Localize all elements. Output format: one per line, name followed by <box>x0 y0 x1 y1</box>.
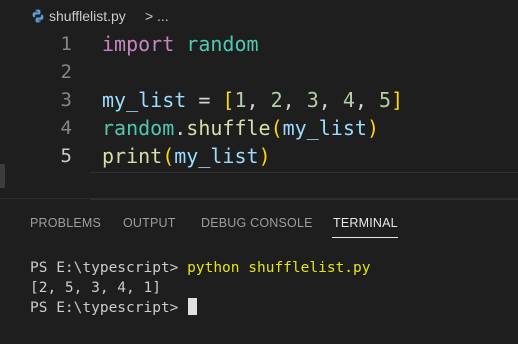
code-token: . <box>174 116 187 140</box>
code-token: random <box>186 32 259 56</box>
terminal-command: python shufflelist.py <box>187 260 371 276</box>
code-token: , <box>354 88 380 112</box>
code-token: ] <box>391 88 404 112</box>
python-file-icon <box>32 9 44 23</box>
terminal-cursor <box>188 298 198 315</box>
code-token: 2 <box>270 88 283 112</box>
code-token: 4 <box>342 88 355 112</box>
code-line[interactable]: 3 my_list = [1, 2, 3, 4, 5] <box>0 86 518 114</box>
code-token: my_list <box>102 88 187 112</box>
code-editor[interactable]: 1 import random 2 3 my_list = [1, 2, 3, 4, 5… <box>0 28 518 200</box>
code-token: = <box>186 88 223 112</box>
code-token: , <box>282 88 307 112</box>
code-token: ( <box>270 116 283 140</box>
code-token: , <box>318 88 343 112</box>
code-token: ) <box>366 116 379 140</box>
tab-terminal[interactable]: TERMINAL <box>333 216 398 230</box>
code-token: ) <box>258 144 271 168</box>
code-text: my_list = [1, 2, 3, 4, 5] <box>102 86 403 114</box>
code-token: 1 <box>234 88 247 112</box>
code-token: import <box>102 32 175 56</box>
terminal-line-3: PS E:\typescript> <box>30 298 198 318</box>
terminal-output: [2, 5, 3, 4, 1] <box>30 280 161 296</box>
code-text: import random <box>102 30 259 58</box>
code-token: my_list <box>174 144 259 168</box>
line-number: 4 <box>60 117 72 139</box>
code-text: print(my_list) <box>102 142 271 170</box>
code-line[interactable]: 2 <box>0 58 518 86</box>
line-number: 2 <box>60 61 72 83</box>
line-number: 1 <box>60 33 72 55</box>
tab-debug-console[interactable]: DEBUG CONSOLE <box>201 216 313 230</box>
breadcrumb-file[interactable]: shufflelist.py <box>49 8 126 24</box>
code-token: my_list <box>282 116 367 140</box>
terminal[interactable]: PS E:\typescript> python shufflelist.py … <box>0 248 518 344</box>
code-token: ( <box>162 144 175 168</box>
current-line-highlight <box>90 172 518 200</box>
tab-problems[interactable]: PROBLEMS <box>30 216 101 230</box>
terminal-prompt: PS E:\typescript> <box>30 260 188 276</box>
code-token: random <box>102 116 175 140</box>
code-token: [ <box>222 88 235 112</box>
code-token: print <box>102 144 163 168</box>
breadcrumb-separator-icon: > <box>145 8 154 24</box>
code-token: , <box>246 88 271 112</box>
breadcrumb-more[interactable]: ... <box>157 8 169 24</box>
line-number: 5 <box>60 145 72 167</box>
code-line[interactable]: 4 random.shuffle(my_list) <box>0 114 518 142</box>
code-line[interactable]: 1 import random <box>0 30 518 58</box>
active-tab-indicator <box>332 237 398 238</box>
code-token: 5 <box>379 88 392 112</box>
tab-output[interactable]: OUTPUT <box>123 216 176 230</box>
panel-tabs: PROBLEMS OUTPUT DEBUG CONSOLE TERMINAL <box>0 206 518 246</box>
terminal-prompt-2: PS E:\typescript> <box>30 300 188 316</box>
code-token: shuffle <box>186 116 271 140</box>
code-token: 3 <box>306 88 319 112</box>
terminal-line-1: PS E:\typescript> python shufflelist.py <box>30 258 370 278</box>
panel-divider <box>0 198 518 199</box>
code-text: random.shuffle(my_list) <box>102 114 379 142</box>
line-number: 3 <box>60 89 72 111</box>
code-line[interactable]: 5 print(my_list) <box>0 142 518 170</box>
